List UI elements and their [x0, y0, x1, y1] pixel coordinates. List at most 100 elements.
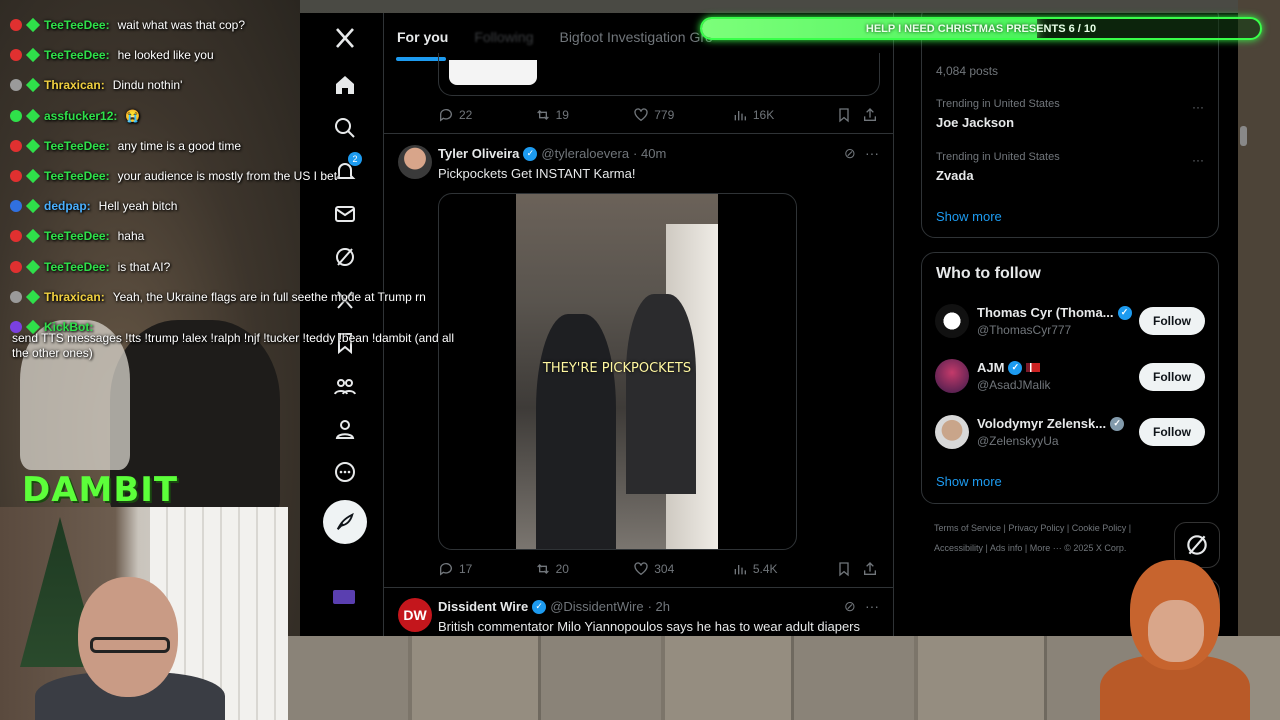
like-button[interactable]: 779 — [633, 107, 732, 123]
share-button[interactable] — [862, 107, 878, 123]
grok-explain-icon[interactable]: ⊘ — [844, 598, 856, 615]
chat-text: Dindu nothin' — [112, 78, 183, 93]
feather-icon — [336, 512, 354, 530]
trend-item[interactable]: Zvada — [936, 168, 974, 183]
who-to-follow-title: Who to follow — [936, 265, 1041, 282]
trends-show-more-link[interactable]: Show more — [936, 209, 1002, 224]
user-avatar[interactable] — [935, 304, 969, 338]
follow-button[interactable]: Follow — [1139, 363, 1205, 391]
trend-more-icon[interactable]: ··· — [1192, 153, 1204, 167]
compose-post-button[interactable] — [323, 500, 367, 544]
reply-count: 17 — [459, 562, 473, 576]
kickbot-message: send TTS messages !tts !trump !alex !ral… — [12, 331, 454, 360]
video-caption: THEY'RE PICKPOCKETS — [542, 361, 692, 376]
footer-links[interactable]: Accessibility | Ads info | More ··· © 20… — [934, 543, 1126, 553]
chat-username[interactable]: assfucker12: — [44, 109, 117, 123]
costume-cohost-webcam — [1090, 560, 1260, 720]
subscriber-diamond-icon — [25, 18, 41, 33]
bookmark-button[interactable] — [836, 561, 862, 577]
suggested-user-name[interactable]: AJM ✓ — [977, 360, 1041, 375]
view-count: 16K — [752, 108, 775, 122]
tweet-actions: 17 20 304 5.4K — [438, 559, 878, 579]
follow-button[interactable]: Follow — [1139, 307, 1205, 335]
communities-icon[interactable] — [326, 367, 364, 405]
repost-button[interactable]: 20 — [535, 561, 634, 577]
share-button[interactable] — [862, 561, 878, 577]
video-frame: THEY'RE PICKPOCKETS — [516, 194, 718, 549]
chat-username[interactable]: TeeTeeDee: — [44, 260, 110, 274]
suggested-user-handle: @ZelenskyyUa — [977, 434, 1059, 448]
views-button[interactable]: 5.4K — [732, 561, 837, 577]
stream-background-right — [1238, 0, 1280, 636]
view-count: 5.4K — [752, 562, 778, 576]
chat-username[interactable]: dedpap: — [44, 199, 91, 213]
views-button[interactable]: 16K — [732, 107, 837, 123]
suggested-user-name-text: Volodymyr Zelensk... — [977, 416, 1107, 431]
chat-text: your audience is mostly from the US I be… — [117, 169, 338, 184]
tweet-author-name[interactable]: Dissident Wire — [438, 599, 528, 614]
tweet-text: Pickpockets Get INSTANT Karma! — [438, 166, 636, 181]
chat-text: haha — [117, 229, 145, 244]
tweet-header: Tyler Oliveira ✓ @tyleraloevera · 40m — [438, 146, 666, 161]
tweet-timestamp[interactable]: · 40m — [633, 146, 666, 161]
page-scrollbar[interactable] — [1240, 126, 1247, 146]
chat-username[interactable]: TeeTeeDee: — [44, 139, 110, 153]
grok-explain-icon[interactable]: ⊘ — [844, 145, 856, 162]
chat-message: TeeTeeDee: is that AI? — [10, 252, 460, 282]
repost-icon — [536, 564, 549, 574]
bookmark-button[interactable] — [836, 107, 862, 123]
chat-username[interactable]: TeeTeeDee: — [44, 229, 110, 243]
tweet-divider — [384, 133, 893, 134]
subscriber-diamond-icon — [25, 78, 41, 93]
chat-username[interactable]: TeeTeeDee: — [44, 48, 110, 62]
goal-label: HELP I NEED CHRISTMAS PRESENTS 6 / 10 — [865, 22, 1097, 35]
repost-count: 19 — [555, 108, 569, 122]
tweet-video-player[interactable]: THEY'RE PICKPOCKETS — [438, 193, 797, 550]
tweet-author-handle[interactable]: @tyleraloevera — [541, 146, 629, 161]
user-avatar[interactable] — [935, 359, 969, 393]
tweet-text: British commentator Milo Yiannopoulos sa… — [438, 619, 860, 634]
chat-username[interactable]: Thraxican: — [44, 78, 105, 92]
suggested-user-name[interactable]: Thomas Cyr (Thoma... ✓ — [977, 305, 1132, 320]
chat-message: TeeTeeDee: your audience is mostly from t… — [10, 161, 460, 191]
chat-username[interactable]: TeeTeeDee: — [44, 169, 110, 183]
chat-username[interactable]: TeeTeeDee: — [44, 18, 110, 32]
follow-button[interactable]: Follow — [1139, 418, 1205, 446]
streamer-webcam — [0, 507, 288, 720]
who-to-follow-card: Who to follow Thomas Cyr (Thoma... ✓ @Th… — [921, 252, 1219, 504]
suggested-user-name[interactable]: Volodymyr Zelensk... ✓ — [977, 416, 1125, 431]
subscriber-diamond-icon — [25, 168, 41, 184]
tweet-author-handle[interactable]: @DissidentWire — [550, 599, 643, 614]
account-avatar[interactable] — [333, 590, 355, 604]
repost-button[interactable]: 19 — [535, 107, 634, 123]
repost-icon — [536, 110, 549, 120]
repost-count: 20 — [555, 562, 569, 576]
more-icon[interactable] — [326, 453, 364, 491]
tweet-more-icon[interactable]: ··· — [865, 598, 879, 614]
tweet-timestamp[interactable]: · 2h — [648, 599, 670, 614]
user-avatar[interactable] — [935, 415, 969, 449]
reply-button[interactable]: 17 — [438, 561, 535, 577]
tweet-avatar[interactable]: DW — [398, 598, 432, 632]
chat-username[interactable]: Thraxican: — [44, 290, 105, 304]
stream-chat: TeeTeeDee: wait what was that cop? TeeTeeD… — [10, 10, 460, 342]
chat-badge-icon — [10, 230, 22, 243]
chat-text: any time is a good time — [117, 138, 241, 153]
video-person — [536, 314, 616, 549]
chat-message: TeeTeeDee: haha — [10, 221, 460, 251]
chat-message: Thraxican: Yeah, the Ukraine flags are in… — [10, 282, 460, 312]
like-button[interactable]: 304 — [633, 561, 732, 577]
chat-text: 😭 — [125, 108, 141, 123]
previous-tweet-media[interactable] — [449, 60, 537, 85]
reply-icon — [439, 563, 452, 576]
profile-icon[interactable] — [326, 410, 364, 448]
tweet-more-icon[interactable]: ··· — [865, 145, 879, 161]
subscriber-diamond-icon — [25, 259, 41, 274]
who-to-follow-show-more-link[interactable]: Show more — [936, 474, 1002, 489]
channel-brand-logo: DAMBIT — [22, 470, 179, 510]
trend-more-icon[interactable]: ··· — [1192, 100, 1204, 114]
chat-badge-icon — [10, 170, 22, 183]
footer-links[interactable]: Terms of Service | Privacy Policy | Cook… — [934, 523, 1131, 533]
trend-item[interactable]: Joe Jackson — [936, 115, 1014, 130]
subscriber-diamond-icon — [25, 138, 41, 153]
